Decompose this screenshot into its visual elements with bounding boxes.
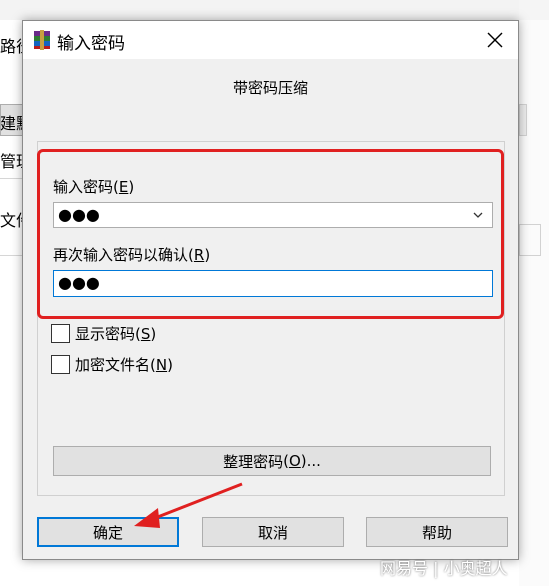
- background-divider: [0, 255, 24, 256]
- show-password-checkbox-row[interactable]: 显示密码(S): [51, 322, 156, 344]
- title-bar[interactable]: 输入密码: [23, 21, 518, 59]
- red-arrow-icon: [134, 482, 243, 528]
- show-password-checkbox[interactable]: [51, 323, 70, 343]
- dialog-title: 输入密码: [57, 34, 125, 54]
- show-password-label: 显示密码(S): [75, 324, 157, 343]
- organize-passwords-button[interactable]: 整理密码(O)...: [53, 446, 491, 476]
- dialog-subtitle: 带密码压缩: [232, 79, 308, 97]
- background-divider: [0, 178, 24, 179]
- help-button[interactable]: 帮助: [366, 517, 508, 547]
- encrypt-filenames-checkbox[interactable]: [51, 354, 70, 374]
- encrypt-filenames-checkbox-row[interactable]: 加密文件名(N): [51, 353, 173, 375]
- red-highlight-box: [37, 149, 504, 319]
- watermark: 网易号 | 小奥超人: [380, 559, 508, 578]
- winrar-icon: [31, 29, 53, 51]
- close-icon: [487, 32, 503, 48]
- background-strip: [519, 0, 549, 586]
- encrypt-filenames-label: 加密文件名(N): [75, 355, 173, 374]
- background-top-bar: [0, 0, 549, 20]
- close-button[interactable]: [472, 21, 518, 59]
- password-dialog: 输入密码 带密码压缩 输入密码(E) ●●● 再次输入密码以确认(R) ●●● …: [22, 20, 519, 560]
